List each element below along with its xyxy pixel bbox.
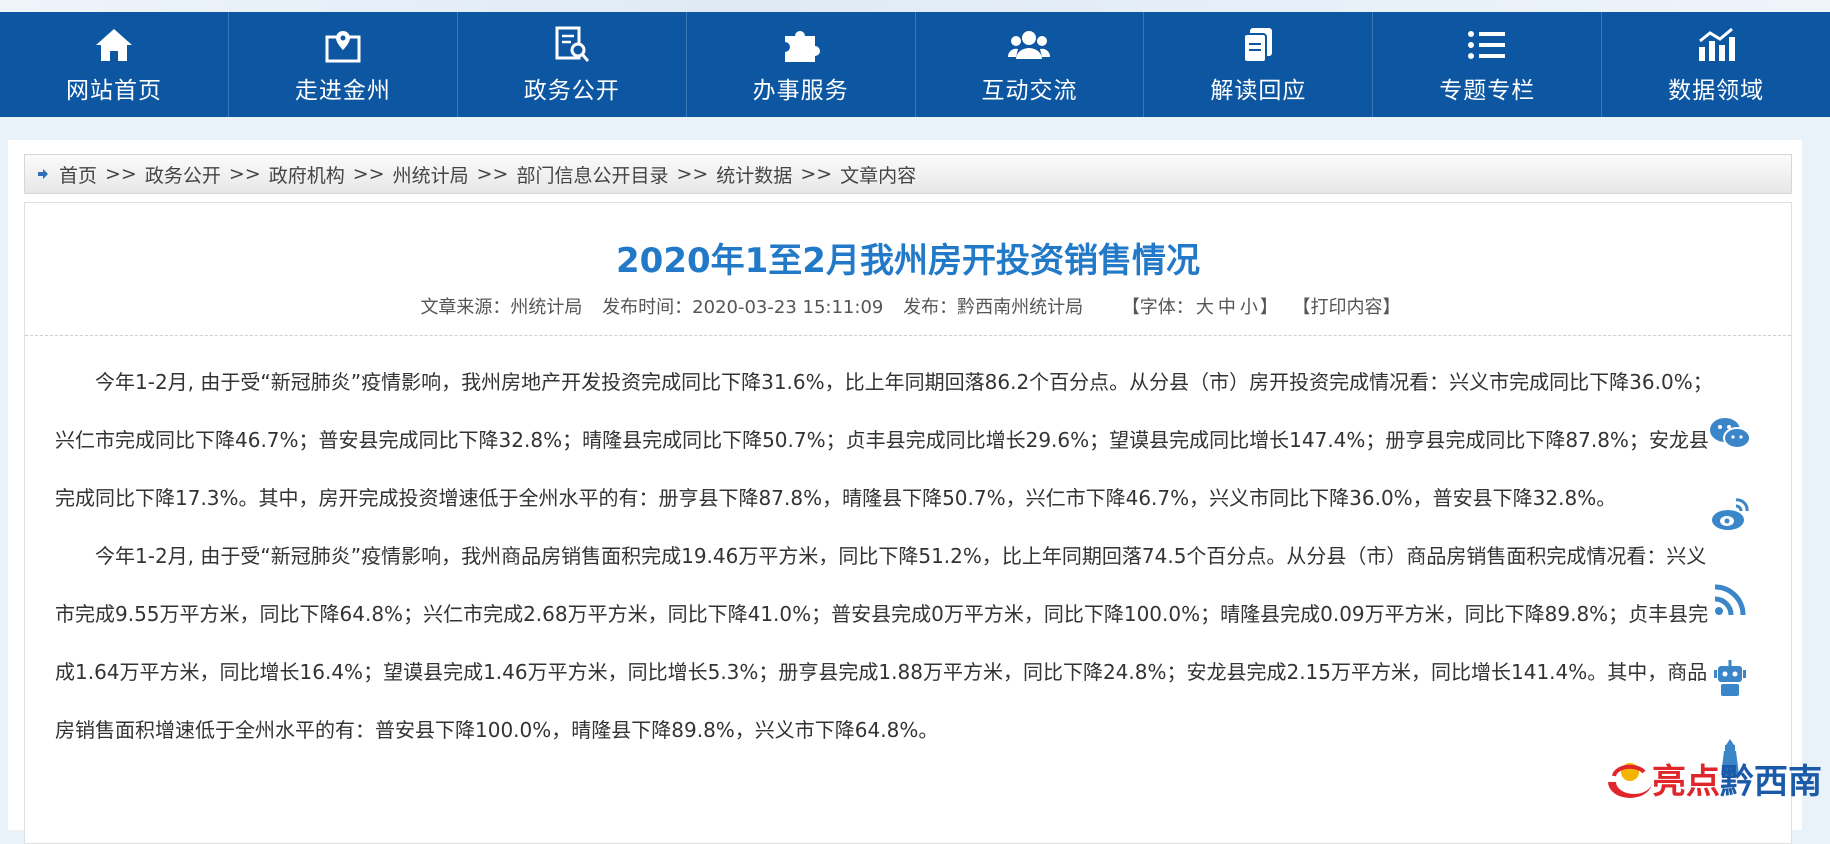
- article-publisher: 发布：黔西南州统计局: [903, 297, 1084, 318]
- article-title: 2020年1至2月我州房开投资销售情况: [616, 241, 1200, 281]
- nav-item-services[interactable]: 办事服务: [687, 12, 916, 117]
- font-size-close: 】: [1259, 297, 1278, 318]
- font-size-label: 【字体：: [1121, 297, 1194, 318]
- breadcrumb-item-stats-bureau[interactable]: 州统计局: [393, 161, 469, 188]
- breadcrumb-item-statistics[interactable]: 统计数据: [716, 161, 792, 188]
- nav-item-data[interactable]: 数据领域: [1602, 12, 1830, 117]
- breadcrumb-item-gov-affairs[interactable]: 政务公开: [145, 161, 221, 188]
- breadcrumb-item-article[interactable]: 文章内容: [840, 161, 916, 188]
- font-large-button[interactable]: 大: [1196, 297, 1214, 318]
- content-panel: 首页 >> 政务公开 >> 政府机构 >> 州统计局 >> 部门信息公开目录 >…: [8, 140, 1802, 844]
- nav-label: 解读回应: [1210, 77, 1307, 104]
- breadcrumb-separator: >>: [476, 163, 509, 185]
- home-icon: [92, 25, 136, 65]
- nav-item-home[interactable]: 网站首页: [0, 12, 229, 117]
- logo-text: 亮点黔西南: [1652, 754, 1822, 803]
- robot-icon[interactable]: [1708, 656, 1752, 700]
- nav-label: 专题专栏: [1439, 77, 1536, 104]
- breadcrumb: 首页 >> 政务公开 >> 政府机构 >> 州统计局 >> 部门信息公开目录 >…: [24, 154, 1792, 194]
- breadcrumb-item-info-directory[interactable]: 部门信息公开目录: [516, 161, 668, 188]
- logo-swirl-icon: [1608, 763, 1652, 798]
- article-source: 文章来源：州统计局: [420, 297, 583, 318]
- people-icon: [1007, 25, 1051, 65]
- wechat-icon[interactable]: [1708, 412, 1752, 456]
- breadcrumb-separator: >>: [352, 163, 385, 185]
- top-banner-strip: [0, 0, 1830, 12]
- chart-icon: [1694, 25, 1738, 65]
- nav-label: 网站首页: [65, 77, 162, 104]
- nav-item-interpretation[interactable]: 解读回应: [1144, 12, 1374, 117]
- divider: [25, 335, 1791, 336]
- nav-label: 走进金州: [294, 77, 391, 104]
- breadcrumb-item-home[interactable]: 首页: [59, 161, 97, 188]
- nav-item-about[interactable]: 走进金州: [229, 12, 458, 117]
- files-icon: [1236, 25, 1280, 65]
- article-paragraph: 今年1-2月, 由于受“新冠肺炎”疫情影响，我州房地产开发投资完成同比下降31.…: [55, 370, 1713, 510]
- logo-text-blue: 黔西南: [1720, 762, 1822, 802]
- article-body: 今年1-2月, 由于受“新冠肺炎”疫情影响，我州房地产开发投资完成同比下降31.…: [55, 353, 1715, 833]
- article-paragraph: 今年1-2月, 由于受“新冠肺炎”疫情影响，我州商品房销售面积完成19.46万平…: [55, 544, 1709, 742]
- font-size-control: 【字体：大中小】: [1122, 297, 1278, 318]
- article: 2020年1至2月我州房开投资销售情况 文章来源：州统计局 发布时间：2020-…: [24, 202, 1792, 844]
- breadcrumb-separator: >>: [800, 163, 833, 185]
- breadcrumb-separator: >>: [676, 163, 709, 185]
- rss-icon[interactable]: [1708, 578, 1752, 622]
- logo-text-red: 亮点: [1652, 762, 1720, 802]
- font-small-button[interactable]: 小: [1240, 297, 1258, 318]
- breadcrumb-separator: >>: [105, 163, 137, 185]
- print-button[interactable]: 【打印内容】: [1293, 297, 1401, 318]
- site-logo: 亮点黔西南: [1600, 740, 1822, 810]
- breadcrumb-item-gov-agencies[interactable]: 政府机构: [269, 161, 345, 188]
- article-meta: 文章来源：州统计局 发布时间：2020-03-23 15:11:09 发布：黔西…: [25, 293, 1791, 319]
- list-icon: [1465, 25, 1509, 65]
- arrow-right-icon: [38, 169, 48, 179]
- map-pin-icon: [321, 25, 365, 65]
- weibo-icon[interactable]: [1708, 492, 1752, 536]
- nav-label: 办事服务: [752, 77, 849, 104]
- document-search-icon: [550, 25, 594, 65]
- font-medium-button[interactable]: 中: [1218, 297, 1236, 318]
- article-time: 发布时间：2020-03-23 15:11:09: [602, 297, 884, 318]
- nav-item-interaction[interactable]: 互动交流: [916, 12, 1145, 117]
- nav-item-gov-affairs[interactable]: 政务公开: [458, 12, 687, 117]
- breadcrumb-separator: >>: [228, 163, 261, 185]
- main-nav: 网站首页 走进金州 政务公开 办事服务 互动交流 解读回应 专题专栏 数据领域: [0, 12, 1830, 117]
- nav-item-topics[interactable]: 专题专栏: [1373, 12, 1603, 117]
- nav-label: 政务公开: [523, 77, 620, 104]
- nav-label: 数据领域: [1668, 77, 1765, 104]
- puzzle-icon: [779, 25, 823, 65]
- nav-label: 互动交流: [981, 77, 1078, 104]
